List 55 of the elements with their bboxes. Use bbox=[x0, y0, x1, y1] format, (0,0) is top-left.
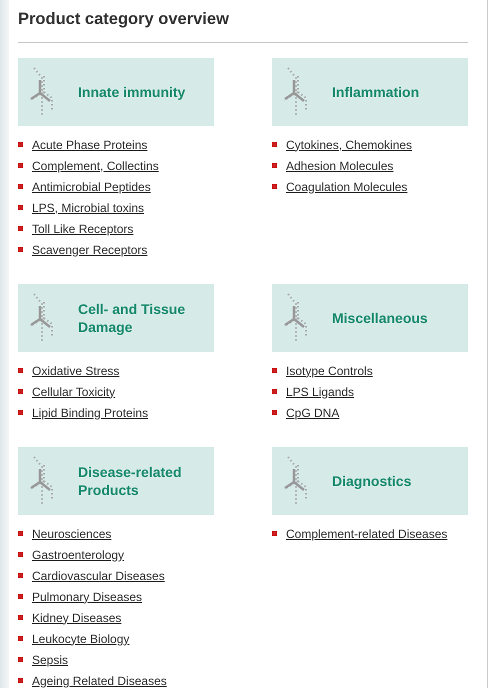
category-link[interactable]: Cytokines, Chemokines bbox=[286, 138, 412, 152]
bullet-icon bbox=[18, 410, 23, 415]
bullet-icon bbox=[18, 636, 23, 641]
category-link[interactable]: Kidney Diseases bbox=[32, 610, 122, 624]
bullet-icon bbox=[18, 142, 23, 147]
category-link[interactable]: Acute Phase Proteins bbox=[32, 138, 148, 152]
category-title: Inflammation bbox=[332, 83, 420, 101]
bullet-icon bbox=[272, 368, 277, 373]
category-link[interactable]: Neurosciences bbox=[32, 526, 112, 540]
category-link[interactable]: Pulmonary Diseases bbox=[32, 590, 142, 604]
category-link[interactable]: Complement, Collectins bbox=[32, 158, 159, 172]
category-link[interactable]: Coagulation Molecules bbox=[286, 180, 408, 194]
category-link[interactable]: Isotype Controls bbox=[286, 364, 373, 378]
category-link[interactable]: Ageing Related Diseases bbox=[32, 674, 167, 688]
bullet-icon bbox=[18, 678, 23, 683]
bullet-icon bbox=[18, 615, 23, 620]
bullet-icon bbox=[18, 226, 23, 231]
bullet-icon bbox=[18, 594, 23, 599]
bullet-icon bbox=[18, 184, 23, 189]
category-link[interactable]: Complement-related Diseases bbox=[286, 526, 448, 540]
bullet-icon bbox=[272, 142, 277, 147]
bullet-icon bbox=[18, 573, 23, 578]
bullet-icon bbox=[272, 410, 277, 415]
category-link[interactable]: Adhesion Molecules bbox=[286, 158, 394, 172]
category-link[interactable]: Scavenger Receptors bbox=[32, 242, 148, 256]
category-link[interactable]: Antimicrobial Peptides bbox=[32, 180, 151, 194]
category-link[interactable]: Leukocyte Biology bbox=[32, 632, 130, 646]
bullet-icon bbox=[18, 163, 23, 168]
category-title: Disease-related Products bbox=[78, 463, 183, 499]
bullet-icon bbox=[272, 531, 277, 536]
category-link[interactable]: CpG DNA bbox=[286, 406, 340, 420]
bullet-icon bbox=[18, 657, 23, 662]
bullet-icon bbox=[18, 205, 23, 210]
bullet-icon bbox=[272, 163, 277, 168]
bullet-icon bbox=[18, 247, 23, 252]
category-link[interactable]: Cardiovascular Diseases bbox=[32, 568, 165, 582]
category-link[interactable]: Gastroenterology bbox=[32, 548, 124, 562]
category-link[interactable]: Cellular Toxicity bbox=[32, 384, 116, 398]
bullet-icon bbox=[18, 368, 23, 373]
category-title: Innate immunity bbox=[78, 83, 186, 101]
category-link[interactable]: Lipid Binding Proteins bbox=[32, 406, 148, 420]
category-title: Miscellaneous bbox=[332, 309, 428, 327]
bullet-icon bbox=[18, 389, 23, 394]
category-link[interactable]: Toll Like Receptors bbox=[32, 222, 134, 236]
category-link[interactable]: LPS, Microbial toxins bbox=[32, 200, 144, 214]
category-link[interactable]: Oxidative Stress bbox=[32, 364, 120, 378]
category-title: Cell- and Tissue Damage bbox=[78, 300, 186, 336]
category-title: Diagnostics bbox=[332, 472, 412, 490]
category-link[interactable]: LPS Ligands bbox=[286, 384, 354, 398]
page-title: Product category overview bbox=[18, 10, 468, 43]
bullet-icon bbox=[18, 552, 23, 557]
category-link[interactable]: Sepsis bbox=[32, 652, 68, 666]
bullet-icon bbox=[272, 389, 277, 394]
bullet-icon bbox=[272, 184, 277, 189]
bullet-icon bbox=[18, 531, 23, 536]
